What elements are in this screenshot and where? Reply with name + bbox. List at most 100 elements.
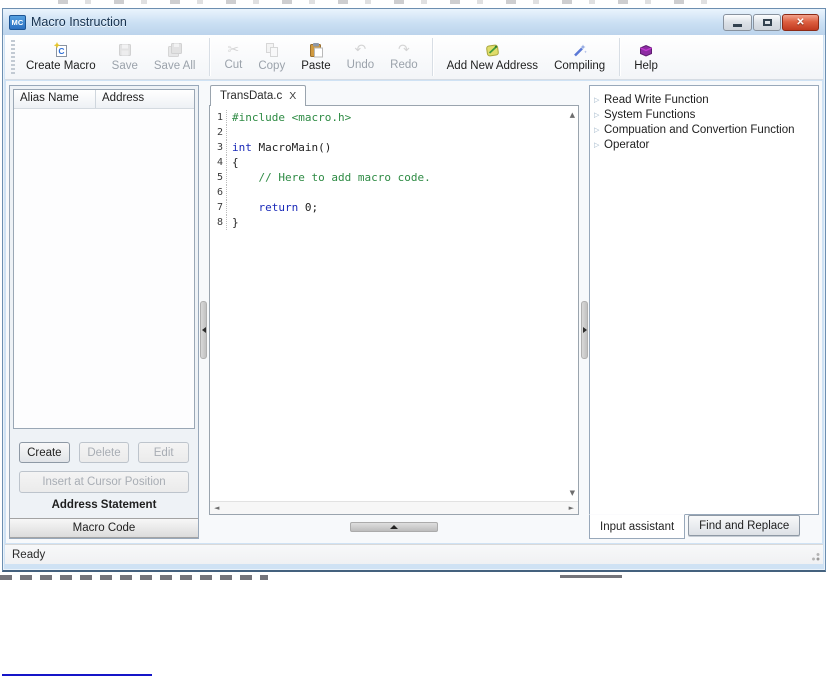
redo-icon: ↷ (398, 42, 410, 58)
code-line: 8} (212, 215, 564, 230)
scroll-left-icon[interactable]: ◄ (214, 505, 219, 512)
alias-list[interactable] (14, 109, 194, 428)
editor-tabbar: TransData.c X (209, 85, 579, 106)
save-all-button: Save All (146, 36, 204, 78)
right-splitter-handle[interactable] (581, 301, 588, 359)
bottom-panel-expander[interactable] (350, 522, 438, 532)
insert-at-cursor-button: Insert at Cursor Position (19, 471, 189, 493)
code-line: 7 return 0; (212, 200, 564, 215)
address-statement-caption[interactable]: Address Statement (10, 493, 198, 518)
function-panel: ▷ Read Write Function ▷ System Functions ▷ Co… (589, 85, 819, 539)
editor-box: 1 #include <macro.h> 2 3 int MacroMain() 4{5 … (209, 105, 579, 515)
redo-button: ↷ Redo (390, 42, 418, 71)
copy-icon (265, 43, 278, 57)
tree-item-label: System Functions (604, 108, 696, 121)
help-button[interactable]: Help (626, 36, 666, 78)
toolbar-separator (209, 38, 211, 76)
scroll-down-icon[interactable]: ▼ (570, 490, 575, 497)
save-icon (118, 44, 131, 56)
bottom-collapse-row (209, 515, 579, 539)
paste-button[interactable]: Paste (293, 36, 338, 78)
scroll-right-icon[interactable]: ► (569, 505, 574, 512)
code-line: 3 int MacroMain() (212, 140, 564, 155)
code-line: 4{ (212, 155, 564, 170)
tree-item[interactable]: ▷ Read Write Function (590, 92, 818, 107)
editor-column: TransData.c X 1 #include <macro.h> 2 3 int M… (208, 85, 580, 539)
save-all-icon (167, 43, 182, 57)
code-line: 1 #include <macro.h> (212, 110, 564, 125)
horizontal-scrollbar[interactable]: ◄ ► (210, 501, 578, 514)
copy-button: Copy (250, 36, 293, 78)
toolbar-grip[interactable] (11, 40, 15, 74)
compiling-button[interactable]: Compiling (546, 36, 613, 78)
page-artifact-top (58, 0, 708, 4)
close-button[interactable]: ✕ (782, 13, 819, 31)
expander-icon[interactable]: ▷ (594, 111, 604, 119)
toolbar: C Create Macro Save Save All ✂ Cut Copy … (5, 35, 823, 80)
delete-button: Delete (78, 442, 130, 463)
scroll-up-icon[interactable]: ▲ (570, 112, 575, 119)
left-splitter (199, 85, 208, 539)
page-artifact-bottom (0, 575, 268, 580)
alias-button-row: Create Delete Edit (19, 442, 190, 463)
address-panel: Alias Name Address Create Delete Edit In… (9, 85, 199, 539)
code-lines: 1 #include <macro.h> 2 3 int MacroMain() 4{5 … (212, 110, 564, 230)
cut-icon: ✂ (227, 42, 240, 58)
tree-item-label: Read Write Function (604, 93, 709, 106)
window-title: Macro Instruction (31, 15, 127, 29)
table-header-row: Alias Name Address (14, 90, 194, 109)
hyperlink-underline (2, 674, 152, 676)
tab-close-icon[interactable]: X (289, 90, 296, 102)
code-line: 2 (212, 125, 564, 140)
add-new-address-icon (486, 44, 499, 57)
toolbar-separator (431, 38, 433, 76)
page: MC Macro Instruction ✕ C Create Macro Sa… (0, 0, 832, 679)
compiling-icon (573, 44, 587, 57)
function-tree: ▷ Read Write Function ▷ System Functions ▷ Co… (589, 85, 819, 515)
save-button: Save (104, 36, 146, 78)
client-area: Alias Name Address Create Delete Edit In… (6, 81, 822, 543)
left-splitter-handle[interactable] (200, 301, 207, 359)
collapse-left-icon (201, 327, 206, 333)
collapse-right-icon (582, 327, 587, 333)
paste-icon (309, 43, 323, 58)
undo-icon: ↶ (354, 42, 367, 58)
toolbar-separator (619, 38, 621, 76)
expand-up-icon (390, 525, 398, 529)
alias-name-column-header[interactable]: Alias Name (14, 90, 96, 108)
undo-button: ↶ Undo (346, 42, 375, 71)
titlebar: MC Macro Instruction ✕ (3, 9, 825, 35)
tree-item[interactable]: ▷ Compuation and Convertion Function (590, 122, 818, 137)
maximize-button[interactable] (753, 13, 781, 31)
macro-instruction-window: MC Macro Instruction ✕ C Create Macro Sa… (2, 8, 826, 572)
tree-item-label: Compuation and Convertion Function (604, 123, 795, 136)
tab-input-assistant[interactable]: Input assistant (589, 514, 686, 539)
svg-text:C: C (58, 46, 64, 56)
status-text: Ready (12, 548, 46, 561)
macro-code-bar[interactable]: Macro Code (10, 518, 198, 538)
code-line: 6 (212, 185, 564, 200)
add-new-address-button[interactable]: Add New Address (439, 36, 546, 78)
expander-icon[interactable]: ▷ (594, 126, 604, 134)
tree-item[interactable]: ▷ Operator (590, 137, 818, 152)
tab-label: TransData.c (220, 90, 283, 102)
status-bar: Ready (5, 544, 823, 564)
expander-icon[interactable]: ▷ (594, 141, 604, 149)
window-controls: ✕ (723, 13, 819, 31)
tree-item[interactable]: ▷ System Functions (590, 107, 818, 122)
app-icon: MC (9, 14, 26, 30)
tab-find-and-replace[interactable]: Find and Replace (688, 515, 801, 536)
assistant-tabs: Input assistant Find and Replace (589, 514, 819, 539)
tab-transdata[interactable]: TransData.c X (210, 85, 307, 106)
address-column-header[interactable]: Address (96, 90, 150, 108)
create-macro-icon: C (53, 42, 67, 57)
right-splitter (580, 85, 589, 539)
expander-icon[interactable]: ▷ (594, 96, 604, 104)
resize-grip-icon[interactable] (807, 548, 820, 561)
create-macro-button[interactable]: C Create Macro (18, 36, 104, 78)
help-icon (640, 44, 653, 57)
code-editor[interactable]: 1 #include <macro.h> 2 3 int MacroMain() 4{5 … (210, 106, 578, 501)
minimize-button[interactable] (723, 13, 752, 31)
create-button[interactable]: Create (19, 442, 70, 463)
cut-button: ✂ Cut (224, 42, 243, 71)
